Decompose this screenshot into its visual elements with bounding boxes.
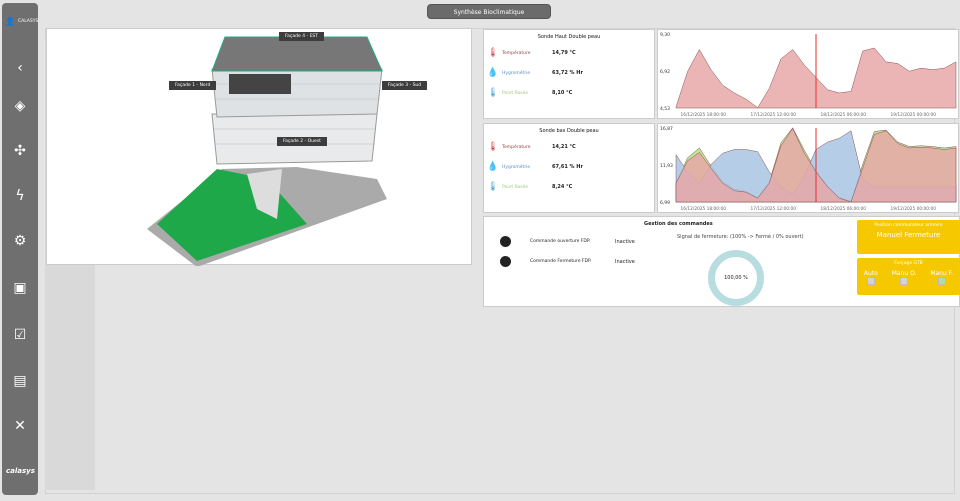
facade-label-nord[interactable]: Façade 1 - Nord — [169, 81, 217, 90]
x-tick-label: 17/12/2025 12:00:00 — [751, 112, 797, 118]
forcage-card: Forçage GTB Auto Manu O. Manu F. — [857, 258, 960, 295]
building-3d-view[interactable]: Façade 4 - EST Façade 1 - Nord Façade 3 … — [46, 28, 472, 267]
lightning-icon[interactable]: ϟ — [10, 186, 30, 206]
x-tick-label: 17/12/2025 12:00:00 — [751, 206, 797, 212]
user-icon: 👤 — [5, 17, 15, 26]
x-tick-label: 18/12/2025 06:00:00 — [821, 112, 867, 118]
command-label: Commande Fermeture FDP. — [530, 259, 592, 264]
signal-label: Signal de fermeture: (100% -> Fermé / 0%… — [677, 234, 804, 240]
position-card: Position commutateur armoire Manuel Ferm… — [857, 220, 960, 254]
y-tick-label: 6,92 — [660, 69, 670, 75]
y-tick-label: 9,30 — [660, 32, 670, 38]
value: 8,10 °C — [552, 90, 573, 96]
facade-label-ouest[interactable]: Façade 2 - Ouest — [277, 137, 327, 146]
forcage-manu-f[interactable]: Manu F. — [930, 270, 953, 287]
y-tick-label: 4,53 — [660, 106, 670, 112]
signal-value: 100,00 % — [724, 275, 748, 281]
page-title-button[interactable]: Synthèse Bioclimatique — [427, 4, 551, 19]
label: Point Rosée — [502, 90, 529, 96]
x-tick-label: 19/12/2025 00:00:00 — [891, 206, 937, 212]
command-state: Inactive — [615, 239, 635, 245]
sonde-haut-card: Sonde Haut Double peau 🌡 Température 14,79… — [483, 29, 655, 119]
meter-icon[interactable]: ▣ — [10, 278, 30, 298]
checkbox[interactable] — [866, 277, 875, 285]
value: 67,61 % Hr — [552, 164, 583, 170]
forcage-auto[interactable]: Auto — [864, 270, 878, 287]
x-tick-label: 16/12/2025 18:00:00 — [681, 206, 727, 212]
y-tick-label: 16,87 — [660, 126, 673, 132]
sidebar: 👤 CALASYS ‹ ◈ ✣ ϟ ⚙ ▣ ☑ ▤ ✕ calasys — [2, 3, 38, 495]
card-title: Sonde bas Double peau — [539, 128, 599, 134]
value: 14,21 °C — [552, 144, 576, 150]
checkbox[interactable] — [900, 277, 909, 285]
signal-gauge: 100,00 % — [708, 250, 764, 306]
card-title: Sonde Haut Double peau — [537, 34, 601, 40]
x-tick-label: 18/12/2025 06:00:00 — [821, 206, 867, 212]
command-panel: Gestion des commandes Commande ouverture… — [483, 216, 960, 307]
forcage-manu-o[interactable]: Manu O. — [891, 270, 917, 287]
layers-icon[interactable]: ◈ — [10, 96, 30, 116]
option-label: Manu F. — [930, 270, 954, 277]
facade-label-est[interactable]: Façade 4 - EST — [279, 32, 325, 41]
option-label: Auto — [863, 270, 878, 277]
value: 14,79 °C — [552, 50, 576, 56]
commands-title: Gestion des commandes — [644, 221, 713, 227]
chart-haut[interactable]: 9,30 6,92 4,53 16/12/2025 18:00:00 17/12/202… — [657, 29, 959, 119]
value: 63,72 % Hr — [552, 70, 583, 76]
tools-icon[interactable]: ✕ — [10, 416, 30, 436]
chart-icon[interactable]: ▤ — [10, 371, 30, 391]
alarm-icon[interactable]: ⚙ — [10, 231, 30, 251]
building-model — [147, 36, 387, 267]
forcage-title: Forçage GTB — [894, 261, 923, 266]
label: Température — [502, 144, 531, 150]
thermometer-icon: 🌡 — [487, 88, 499, 98]
status-indicator — [500, 256, 511, 267]
x-tick-label: 19/12/2025 00:00:00 — [891, 112, 937, 118]
sonde-bas-card: Sonde bas Double peau 🌡 Température 14,21 … — [483, 123, 655, 213]
label: Température — [502, 50, 531, 56]
x-tick-label: 16/12/2025 18:00:00 — [681, 112, 727, 118]
value: 8,24 °C — [552, 184, 573, 190]
brand-logo: calasys — [6, 467, 35, 475]
command-label: Commande ouverture FDP. — [530, 239, 591, 244]
option-label: Manu O. — [891, 270, 917, 277]
thermometer-icon: 🌡 — [487, 48, 499, 58]
y-tick-label: 11,93 — [660, 163, 673, 169]
droplet-icon: 💧 — [487, 68, 499, 78]
thermometer-icon: 🌡 — [487, 182, 499, 192]
position-value: Manuel Fermeture — [876, 231, 941, 239]
facade-label-sud[interactable]: Façade 3 - Sud — [382, 81, 428, 90]
label: Point Rosée — [502, 184, 529, 190]
user-account[interactable]: 👤 CALASYS — [5, 17, 38, 26]
label: Hygrométrie — [502, 70, 531, 76]
chart-bas[interactable]: 16,87 11,93 6,99 16/12/2025 18:00:00 17/12/2… — [657, 123, 959, 213]
position-title: Position commutateur armoire — [874, 223, 943, 228]
command-state: Inactive — [615, 259, 635, 265]
checklist-icon[interactable]: ☑ — [10, 325, 30, 345]
status-indicator — [500, 236, 511, 247]
fan-icon[interactable]: ✣ — [10, 141, 30, 161]
droplet-icon: 💧 — [487, 162, 499, 172]
label: Hygrométrie — [502, 164, 531, 170]
back-icon[interactable]: ‹ — [10, 58, 30, 78]
checkbox-checked[interactable] — [937, 277, 946, 285]
y-tick-label: 6,99 — [660, 200, 670, 206]
thermometer-icon: 🌡 — [487, 142, 499, 152]
